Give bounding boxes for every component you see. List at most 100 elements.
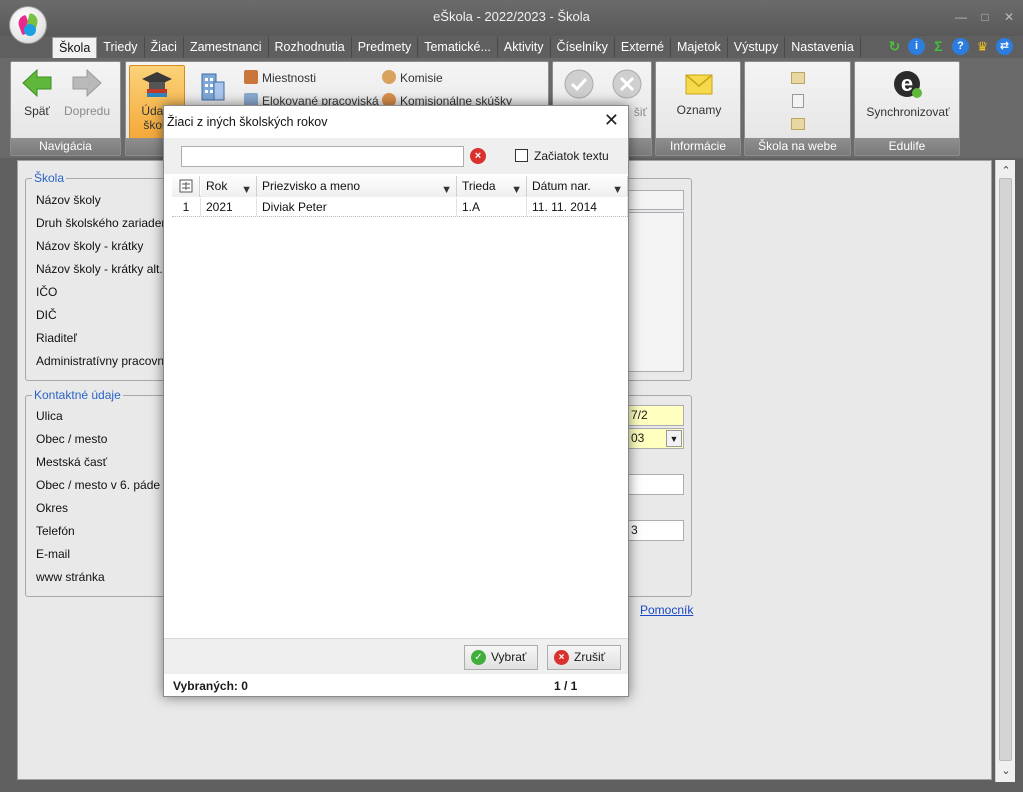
maximize-button[interactable]: □ [979, 10, 991, 24]
ribbon-group-navigation: Späť Dopredu Navigácia [10, 61, 121, 156]
tab-predmety[interactable]: Predmety [352, 37, 419, 58]
web-gallery-icon[interactable] [791, 118, 805, 130]
starts-with-label: Začiatok textu [534, 149, 609, 163]
row-separator [172, 216, 628, 217]
cancel-icon: × [554, 650, 569, 665]
web-page-icon[interactable] [792, 94, 804, 108]
arrow-right-icon [72, 68, 102, 98]
tab-externe[interactable]: Externé [615, 37, 671, 58]
street-field[interactable]: 7/2 [626, 405, 684, 426]
street-label: Ulica [36, 409, 63, 423]
cell-class: 1.A [457, 198, 527, 216]
check-icon: ✓ [471, 650, 486, 665]
pager: 1 / 1 [554, 679, 578, 693]
announcements-button[interactable]: Oznamy [664, 70, 734, 117]
tab-zamestnanci[interactable]: Zamestnanci [184, 37, 269, 58]
edulife-logo-icon: e [894, 71, 922, 98]
menu-tabs: Škola Triedy Žiaci Zamestnanci Rozhodnut… [52, 37, 861, 58]
row-number: 1 [172, 198, 201, 216]
city-select[interactable]: 03 ▼ [626, 428, 684, 449]
main-scrollbar[interactable]: ⌃ ⌄ [995, 160, 1015, 782]
column-chooser-icon[interactable] [172, 176, 200, 197]
remote-icon[interactable]: ⇄ [996, 38, 1013, 55]
helper-link[interactable]: Pomocník [640, 603, 693, 617]
students-dialog: Žiaci z iných školských rokov ✕ × Začiat… [163, 105, 629, 697]
school-legend: Škola [32, 171, 67, 185]
minimize-button[interactable]: — [955, 10, 967, 24]
crown-icon[interactable]: ♛ [974, 38, 991, 55]
cell-birth-date: 11. 11. 2014 [527, 198, 628, 216]
clear-search-icon[interactable]: × [470, 148, 486, 164]
synchronize-button[interactable]: e Synchronizovať [859, 68, 957, 119]
back-button[interactable]: Späť [17, 67, 57, 118]
scroll-thumb[interactable] [999, 178, 1012, 761]
scroll-up-icon[interactable]: ⌃ [996, 164, 1016, 177]
school-notes-field[interactable] [626, 212, 684, 372]
tab-triedy[interactable]: Triedy [97, 37, 145, 58]
tab-ziaci[interactable]: Žiaci [145, 37, 184, 58]
dialog-button-bar: ✓ Vybrať × Zrušiť [164, 638, 628, 674]
tab-skola[interactable]: Škola [52, 37, 98, 58]
column-class[interactable]: Trieda ▼ [457, 176, 527, 197]
select-button[interactable]: ✓ Vybrať [464, 645, 538, 670]
tab-vystupy[interactable]: Výstupy [728, 37, 786, 58]
ribbon-caption-edulife: Edulife [855, 138, 959, 155]
school-short-alt-label: Názov školy - krátky alt. [36, 262, 163, 276]
ribbon-group-edulife: e Synchronizovať Edulife [854, 61, 960, 156]
phone-field[interactable]: 3 [626, 520, 684, 541]
dialog-close-icon[interactable]: ✕ [604, 110, 619, 131]
school-short-name-label: Názov školy - krátky [36, 239, 144, 253]
close-button[interactable]: ✕ [1003, 10, 1015, 24]
confirm-button[interactable] [561, 68, 597, 103]
arrow-left-icon [22, 68, 52, 98]
window-title: eŠkola - 2022/2023 - Škola [433, 9, 590, 24]
ribbon-caption-navigation: Navigácia [11, 138, 120, 155]
tab-majetok[interactable]: Majetok [671, 37, 728, 58]
tab-rozhodnutia[interactable]: Rozhodnutia [269, 37, 352, 58]
search-input[interactable] [181, 146, 464, 167]
sum-icon[interactable]: Σ [930, 38, 947, 55]
column-name[interactable]: Priezvisko a meno ▼ [257, 176, 457, 197]
tab-aktivity[interactable]: Aktivity [498, 37, 551, 58]
school-type-label: Druh školského zariadenia [36, 216, 178, 230]
dialog-title: Žiaci z iných školských rokov [167, 115, 328, 129]
cancel-button[interactable]: × Zrušiť [547, 645, 621, 670]
dialog-status-bar: Vybraných: 0 1 / 1 [164, 674, 628, 696]
check-circle-icon [564, 69, 594, 99]
director-label: Riaditeľ [36, 331, 77, 345]
door-icon [244, 70, 258, 84]
info-icon[interactable]: i [908, 38, 925, 55]
commissions-button[interactable]: Komisie [382, 70, 443, 85]
refresh-icon[interactable]: ↻ [886, 38, 903, 55]
svg-text:e: e [901, 71, 913, 96]
ribbon-caption-information: Informácie [656, 138, 740, 155]
graduation-cap-icon [142, 72, 172, 97]
menu-icons: ↻ i Σ ? ♛ ⇄ [886, 38, 1013, 55]
tab-nastavenia[interactable]: Nastavenia [785, 37, 861, 58]
tab-ciselniky[interactable]: Číselníky [551, 37, 615, 58]
web-image-icon[interactable] [791, 72, 805, 84]
chevron-down-icon[interactable]: ▼ [666, 430, 682, 447]
column-year[interactable]: Rok ▼ [201, 176, 257, 197]
table-row[interactable]: 1 2021 Diviak Peter 1.A 11. 11. 2014 [172, 198, 628, 216]
scroll-down-icon[interactable]: ⌄ [996, 764, 1016, 777]
help-icon[interactable]: ? [952, 38, 969, 55]
selected-count: Vybraných: 0 [173, 679, 248, 693]
phone-label: Telefón [36, 524, 75, 538]
starts-with-checkbox[interactable] [515, 149, 528, 162]
city-locative-label: Obec / mesto v 6. páde [36, 478, 161, 492]
title-bar: eŠkola - 2022/2023 - Škola — □ ✕ [0, 0, 1023, 36]
forward-button[interactable]: Dopredu [61, 67, 113, 118]
city-locative-field[interactable] [626, 474, 684, 495]
buildings-icon[interactable] [198, 70, 228, 105]
ribbon-group-information: Oznamy Informácie [655, 61, 741, 156]
app-logo-icon[interactable] [9, 6, 47, 44]
window-controls: — □ ✕ [955, 10, 1015, 24]
city-label: Obec / mesto [36, 432, 108, 446]
website-label: www stránka [36, 570, 105, 584]
rooms-button[interactable]: Miestnosti [244, 70, 316, 85]
tab-tematicke[interactable]: Tematické... [418, 37, 498, 58]
school-name-field[interactable] [626, 190, 684, 210]
menu-bar: Škola Triedy Žiaci Zamestnanci Rozhodnut… [0, 36, 1023, 58]
column-birth-date[interactable]: Dátum nar. ▼ [527, 176, 628, 197]
